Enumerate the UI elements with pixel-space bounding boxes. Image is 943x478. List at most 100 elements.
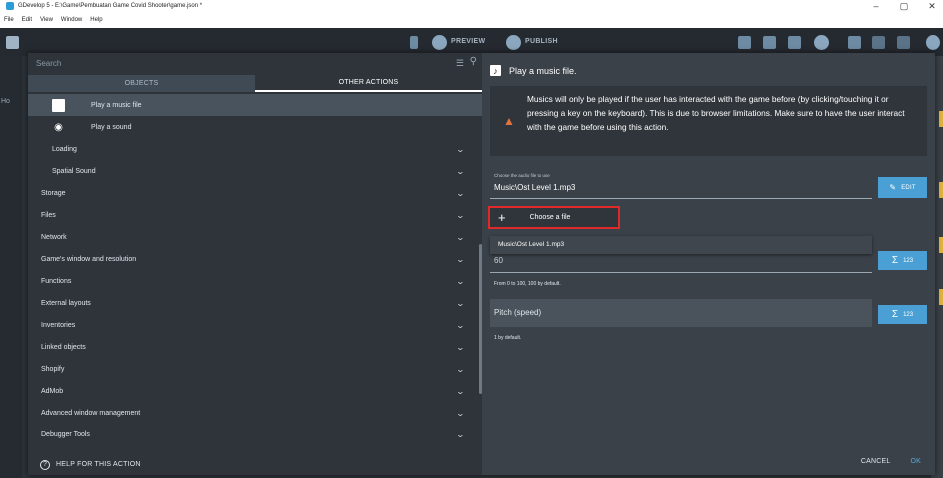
filter-icon[interactable]: ☰ (456, 58, 464, 69)
category-label: AdMob (41, 387, 64, 395)
layers-panel-icon[interactable] (848, 36, 861, 49)
chevron-down-icon: ⌄ (455, 254, 466, 264)
sigma-icon: Σ (891, 309, 899, 320)
category-label: External layouts (41, 299, 91, 307)
category-network[interactable]: Network ⌄ (28, 226, 482, 248)
chevron-down-icon: ⌄ (455, 320, 466, 330)
groups-panel-icon[interactable] (763, 36, 776, 49)
category-functions[interactable]: Functions ⌄ (28, 270, 482, 292)
chevron-down-icon: ⌄ (455, 342, 466, 352)
audio-field-label: Choose the audio file to use (494, 173, 550, 178)
volume-expression-button[interactable]: Σ 123 (878, 251, 927, 270)
chevron-down-icon: ⌄ (455, 386, 466, 396)
gdevelop-app-icon (6, 2, 14, 10)
maximize-button[interactable]: ▢ (894, 0, 914, 12)
help-button[interactable]: HELP FOR THIS ACTION (56, 461, 141, 468)
music-note-icon: ♪ (52, 98, 65, 112)
help-icon[interactable]: ? (40, 459, 50, 470)
pitch-hint: 1 by default. (494, 335, 522, 341)
menu-window[interactable]: Window (61, 17, 82, 23)
dialog-actions: CANCEL OK (861, 458, 921, 465)
tab-objects[interactable]: OBJECTS (28, 75, 255, 92)
minimize-button[interactable]: – (866, 0, 886, 12)
chevron-down-icon: ⌄ (455, 364, 466, 374)
volume-field[interactable]: 60 (494, 256, 503, 265)
volume-hint: From 0 to 100, 100 by default. (494, 281, 561, 287)
list-item-play-sound[interactable]: ◉ Play a sound (28, 116, 482, 138)
menu-view[interactable]: View (40, 17, 53, 23)
category-files[interactable]: Files ⌄ (28, 204, 482, 226)
category-label: Files (41, 211, 56, 219)
home-tab-partial[interactable]: Ho (1, 98, 10, 105)
audio-field-underline (490, 198, 872, 199)
category-admob[interactable]: AdMob ⌄ (28, 380, 482, 402)
debug-icon[interactable] (410, 36, 418, 49)
window-titlebar: GDevelop 5 - E:\Game\Pembuatan Game Covi… (0, 0, 943, 12)
edit-audio-button[interactable]: ✎ EDIT (878, 177, 927, 198)
menu-edit[interactable]: Edit (22, 17, 32, 23)
window-title: GDevelop 5 - E:\Game\Pembuatan Game Covi… (18, 3, 203, 9)
category-label: Linked objects (41, 343, 86, 351)
category-label: Game's window and resolution (41, 255, 137, 263)
sigma-icon: Σ (891, 255, 899, 266)
objects-panel-icon[interactable] (738, 36, 751, 49)
category-label: Advanced window management (41, 409, 141, 417)
autocomplete-popup: Music\Ost Level 1.mp3 (490, 236, 872, 254)
category-shopify[interactable]: Shopify ⌄ (28, 358, 482, 380)
cancel-button[interactable]: CANCEL (861, 458, 891, 465)
category-storage[interactable]: Storage ⌄ (28, 182, 482, 204)
choose-file-button[interactable]: + Choose a file (488, 206, 620, 229)
menu-file[interactable]: File (4, 17, 14, 23)
expression-label: 123 (903, 311, 914, 318)
category-inventories[interactable]: Inventories ⌄ (28, 314, 482, 336)
category-label: Shopify (41, 365, 65, 373)
properties-panel-icon[interactable] (788, 36, 801, 49)
action-header: ♪ Play a music file. (490, 65, 577, 76)
autocomplete-option[interactable]: Music\Ost Level 1.mp3 (498, 241, 564, 248)
category-spatial-sound[interactable]: Spatial Sound ⌄ (28, 160, 482, 182)
more-icon[interactable] (926, 35, 940, 50)
ok-button[interactable]: OK (910, 458, 921, 465)
category-label: Spatial Sound (52, 167, 96, 175)
left-side-strip: Ho (0, 56, 22, 478)
list-item-play-music[interactable]: ♪ Play a music file (28, 94, 482, 116)
category-label: Functions (41, 277, 72, 285)
category-debugger-tools[interactable]: Debugger Tools ⌄ (28, 424, 482, 444)
preview-icon[interactable] (432, 35, 447, 50)
category-label: Network (41, 233, 67, 241)
category-label: Inventories (41, 321, 76, 329)
choose-file-label: Choose a file (529, 214, 571, 221)
close-window-button[interactable]: ✕ (922, 0, 942, 12)
category-advanced-window[interactable]: Advanced window management ⌄ (28, 402, 482, 424)
plus-icon: + (498, 210, 506, 225)
pitch-field[interactable]: Pitch (speed) (490, 299, 872, 327)
preview-button[interactable]: PREVIEW (451, 38, 485, 45)
menu-help[interactable]: Help (90, 17, 102, 23)
event-marker (939, 111, 943, 127)
publish-button[interactable]: PUBLISH (525, 38, 558, 45)
redo-icon[interactable] (897, 36, 910, 49)
category-linked-objects[interactable]: Linked objects ⌄ (28, 336, 482, 358)
publish-icon[interactable] (506, 35, 521, 50)
list-item-label: Play a sound (91, 123, 132, 131)
tab-other-actions[interactable]: OTHER ACTIONS (255, 75, 482, 92)
audio-field[interactable]: Music\Ost Level 1.mp3 (494, 183, 575, 192)
volume-field-underline (490, 272, 872, 273)
add-icon[interactable] (814, 35, 829, 50)
event-marker (939, 289, 943, 305)
warning-message: ▲ Musics will only be played if the user… (490, 86, 927, 156)
action-title: Play a music file. (509, 65, 577, 76)
search-bar[interactable]: Search ☰ ⚲ (28, 53, 482, 75)
pitch-expression-button[interactable]: Σ 123 (878, 305, 927, 324)
event-marker (939, 182, 943, 198)
category-external-layouts[interactable]: External layouts ⌄ (28, 292, 482, 314)
category-loading[interactable]: Loading ⌄ (28, 138, 482, 160)
speaker-icon: ◉ (54, 121, 63, 133)
edit-label: EDIT (901, 184, 916, 191)
chevron-down-icon: ⌄ (455, 144, 466, 154)
category-game-window[interactable]: Game's window and resolution ⌄ (28, 248, 482, 270)
undo-icon[interactable] (872, 36, 885, 49)
project-manager-icon[interactable] (6, 36, 19, 49)
search-placeholder[interactable]: Search (36, 59, 61, 68)
search-icon[interactable]: ⚲ (470, 56, 477, 67)
